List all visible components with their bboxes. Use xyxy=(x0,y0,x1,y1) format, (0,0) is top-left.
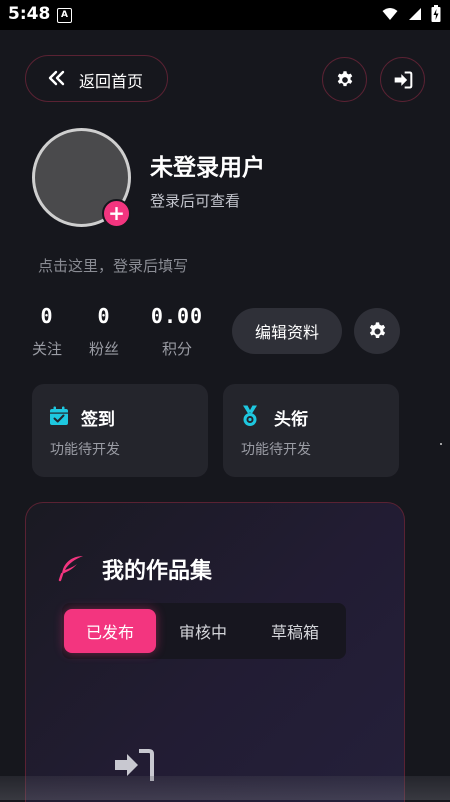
tab-published[interactable]: 已发布 xyxy=(64,609,156,653)
edit-profile-label: 编辑资料 xyxy=(254,323,319,342)
avatar-add-button[interactable]: + xyxy=(102,199,131,228)
username: 未登录用户 xyxy=(150,155,265,181)
followers-label[interactable]: 粉丝 xyxy=(79,338,129,359)
back-home-button[interactable]: 返回首页 xyxy=(25,55,168,102)
signal-icon xyxy=(409,8,421,20)
login-button[interactable] xyxy=(380,57,425,102)
portfolio-tabs: 已发布 审核中 草稿箱 xyxy=(62,603,346,659)
checkin-desc: 功能待开发 xyxy=(50,442,120,458)
title-card-title: 头衔 xyxy=(274,410,308,430)
points-label[interactable]: 积分 xyxy=(142,338,212,359)
battery-icon xyxy=(431,5,441,22)
gear-icon xyxy=(369,321,385,338)
medal-icon xyxy=(243,405,257,426)
tab-drafts[interactable]: 草稿箱 xyxy=(250,609,340,653)
notification-icon: A xyxy=(57,8,72,23)
status-time: 5:48 xyxy=(8,4,51,24)
back-home-label: 返回首页 xyxy=(79,72,144,91)
portfolio-panel: 我的作品集 已发布 审核中 草稿箱 xyxy=(25,502,405,802)
following-count: 0 xyxy=(40,304,54,328)
sign-in-icon xyxy=(394,71,412,88)
feather-icon xyxy=(58,556,83,582)
following-label[interactable]: 关注 xyxy=(22,338,72,359)
bio-placeholder[interactable]: 点击这里，登录后填写 xyxy=(38,255,188,276)
login-hint: 登录后可查看 xyxy=(150,192,241,210)
decorative-dot xyxy=(440,443,442,445)
tab-under-review[interactable]: 审核中 xyxy=(158,609,248,653)
portfolio-title: 我的作品集 xyxy=(102,559,213,584)
edit-profile-button[interactable]: 编辑资料 xyxy=(232,308,342,354)
calendar-check-icon xyxy=(50,406,68,425)
title-card[interactable]: 头衔 功能待开发 xyxy=(223,384,399,477)
checkin-card[interactable]: 签到 功能待开发 xyxy=(32,384,208,477)
profile-settings-button[interactable] xyxy=(354,308,400,354)
bottom-shade xyxy=(0,776,450,800)
status-bar: 5:48 A xyxy=(0,0,450,30)
checkin-title: 签到 xyxy=(81,410,115,430)
followers-count: 0 xyxy=(97,304,111,328)
double-chevron-left-icon xyxy=(48,70,65,86)
settings-button[interactable] xyxy=(322,57,367,102)
title-card-desc: 功能待开发 xyxy=(241,442,311,458)
wifi-icon xyxy=(382,8,398,20)
points-count: 0.00 xyxy=(150,304,204,328)
gear-icon xyxy=(337,70,352,86)
